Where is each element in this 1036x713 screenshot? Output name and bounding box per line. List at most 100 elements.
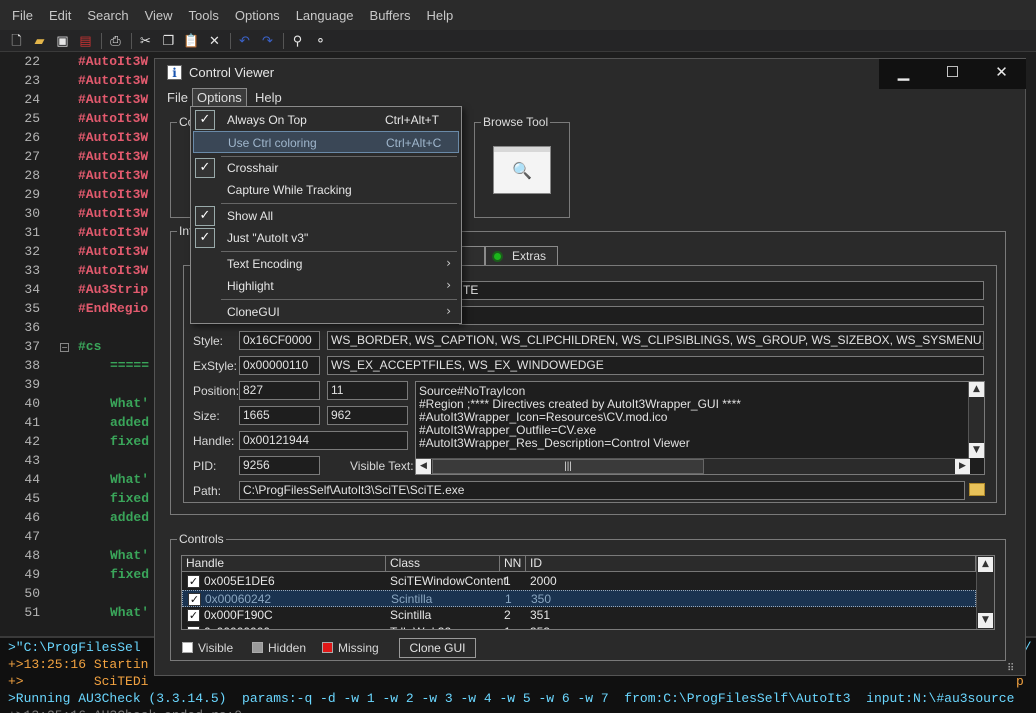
table-row[interactable]: ✓ 0x000F190C Scintilla 2 351 <box>182 607 976 624</box>
code-line[interactable]: What' <box>110 472 149 487</box>
column-header-handle[interactable]: Handle <box>182 556 386 572</box>
code-line[interactable]: #AutoIt3W <box>78 149 148 164</box>
code-line[interactable]: #AutoIt3W <box>78 244 148 259</box>
fold-collapse-icon[interactable]: − <box>60 343 69 352</box>
new-file-icon[interactable]: 🗋 <box>8 32 25 49</box>
code-line[interactable]: #AutoIt3W <box>78 54 148 69</box>
pid-field[interactable]: 9256 <box>239 456 320 475</box>
handle-field[interactable]: 0x00121944 <box>239 431 408 450</box>
code-line[interactable]: ===== <box>110 358 149 373</box>
code-line[interactable]: #AutoIt3W <box>78 168 148 183</box>
menu-item-use-ctrl-coloring[interactable]: Use Ctrl coloring Ctrl+Alt+C <box>193 131 459 153</box>
open-folder-icon[interactable] <box>969 483 985 496</box>
scite-menu-view[interactable]: View <box>145 8 173 23</box>
menu-help[interactable]: Help <box>255 90 282 105</box>
find-icon[interactable]: ⚲ <box>289 32 306 49</box>
class-field[interactable] <box>459 306 984 325</box>
row-checkbox[interactable]: ✓ <box>188 593 201 606</box>
visible-text-area[interactable]: Source#NoTrayIcon #Region ;**** Directiv… <box>415 381 985 475</box>
exstyle-value-field[interactable]: 0x00000110 <box>239 356 320 375</box>
menu-options[interactable]: Options <box>192 88 247 107</box>
tab-extras[interactable]: Extras <box>485 246 558 266</box>
style-flags-field[interactable]: WS_BORDER, WS_CAPTION, WS_CLIPCHILDREN, … <box>327 331 984 350</box>
path-field[interactable]: C:\ProgFilesSelf\AutoIt3\SciTE\SciTE.exe <box>239 481 965 500</box>
menu-item-clone-gui[interactable]: CloneGUI › <box>193 301 459 323</box>
close-file-icon[interactable]: ▤ <box>77 32 94 49</box>
menu-item-capture-while-tracking[interactable]: Capture While Tracking <box>193 179 459 201</box>
menu-file[interactable]: File <box>167 90 188 105</box>
find-replace-icon[interactable]: ⚬ <box>312 32 329 49</box>
position-y-field[interactable]: 11 <box>327 381 408 400</box>
table-row[interactable]: ✓ 0x00060242 Scintilla 1 350 <box>182 590 976 607</box>
style-value-field[interactable]: 0x16CF0000 <box>239 331 320 350</box>
close-button[interactable]: ✕ <box>977 59 1026 89</box>
menu-item-highlight[interactable]: Highlight › <box>193 275 459 297</box>
scite-menu-language[interactable]: Language <box>296 8 354 23</box>
scite-menu-edit[interactable]: Edit <box>49 8 71 23</box>
code-line[interactable]: #EndRegio <box>78 301 148 316</box>
scite-menu-search[interactable]: Search <box>87 8 128 23</box>
scite-menu-file[interactable]: File <box>12 8 33 23</box>
code-line[interactable]: added <box>110 510 149 525</box>
code-line[interactable]: fixed <box>110 491 149 506</box>
menu-item-crosshair[interactable]: ✓ Crosshair <box>193 157 459 179</box>
code-line[interactable]: What' <box>110 548 149 563</box>
code-line[interactable]: added <box>110 415 149 430</box>
table-row[interactable]: ✓ 0x005E1DE6 SciTEWindowContent 1 2000 <box>182 573 976 590</box>
table-row[interactable]: ✓ 0x00000000 T lb W d 32 1 353 <box>182 624 976 629</box>
menu-item-show-all[interactable]: ✓ Show All <box>193 205 459 227</box>
scroll-up-icon[interactable]: ▲ <box>969 382 984 397</box>
code-line[interactable]: #Au3Strip <box>78 282 148 297</box>
scroll-left-icon[interactable]: ◀ <box>416 459 431 474</box>
undo-icon[interactable]: ↶ <box>236 32 253 49</box>
size-h-field[interactable]: 962 <box>327 406 408 425</box>
scroll-down-icon[interactable]: ▼ <box>969 443 984 458</box>
column-header-id[interactable]: ID <box>526 556 976 572</box>
row-checkbox[interactable]: ✓ <box>187 575 200 588</box>
column-header-nn[interactable]: NN <box>500 556 526 572</box>
code-line[interactable]: #AutoIt3W <box>78 225 148 240</box>
code-line[interactable]: fixed <box>110 434 149 449</box>
exstyle-flags-field[interactable]: WS_EX_ACCEPTFILES, WS_EX_WINDOWEDGE <box>327 356 984 375</box>
code-line[interactable]: #cs <box>78 339 101 354</box>
code-line[interactable]: #AutoIt3W <box>78 206 148 221</box>
delete-icon[interactable]: ✕ <box>206 32 223 49</box>
code-line[interactable]: #AutoIt3W <box>78 92 148 107</box>
horizontal-scrollbar[interactable]: ◀ ||| ▶ <box>416 458 970 474</box>
position-x-field[interactable]: 827 <box>239 381 320 400</box>
code-line[interactable]: What' <box>110 605 149 620</box>
row-checkbox[interactable]: ✓ <box>187 609 200 622</box>
minimize-button[interactable]: ▁ <box>879 59 928 89</box>
code-line[interactable]: What' <box>110 396 149 411</box>
row-checkbox[interactable]: ✓ <box>187 626 200 629</box>
code-line[interactable]: #AutoIt3W <box>78 73 148 88</box>
scite-menu-buffers[interactable]: Buffers <box>370 8 411 23</box>
code-line[interactable]: #AutoIt3W <box>78 111 148 126</box>
print-icon[interactable]: ⎙ <box>107 32 124 49</box>
resize-grip-icon[interactable]: ⠿ <box>1007 663 1014 674</box>
scite-menu-help[interactable]: Help <box>426 8 453 23</box>
scroll-up-icon[interactable]: ▲ <box>978 557 993 572</box>
table-vertical-scrollbar[interactable]: ▲ ▼ <box>976 556 994 629</box>
maximize-button[interactable]: ☐ <box>928 59 977 89</box>
code-line[interactable]: #AutoIt3W <box>78 130 148 145</box>
browse-tool-button[interactable]: 🔍 <box>493 146 551 194</box>
title-field[interactable]: TE <box>459 281 984 300</box>
vertical-scrollbar[interactable]: ▲ ▼ <box>968 382 984 458</box>
code-line[interactable]: fixed <box>110 567 149 582</box>
clone-gui-button[interactable]: Clone GUI <box>399 638 476 658</box>
scroll-down-icon[interactable]: ▼ <box>978 613 993 628</box>
size-w-field[interactable]: 1665 <box>239 406 320 425</box>
copy-icon[interactable]: ❐ <box>160 32 177 49</box>
menu-item-just-autoit[interactable]: ✓ Just "AutoIt v3" <box>193 227 459 249</box>
code-line[interactable]: #AutoIt3W <box>78 187 148 202</box>
scite-menu-options[interactable]: Options <box>235 8 280 23</box>
menu-item-text-encoding[interactable]: Text Encoding › <box>193 253 459 275</box>
save-icon[interactable]: ▣ <box>54 32 71 49</box>
scroll-thumb[interactable]: ||| <box>432 459 704 474</box>
redo-icon[interactable]: ↷ <box>259 32 276 49</box>
scroll-right-icon[interactable]: ▶ <box>955 459 970 474</box>
column-header-class[interactable]: Class <box>386 556 500 572</box>
code-line[interactable]: #AutoIt3W <box>78 263 148 278</box>
menu-item-always-on-top[interactable]: ✓ Always On Top Ctrl+Alt+T <box>193 109 459 131</box>
